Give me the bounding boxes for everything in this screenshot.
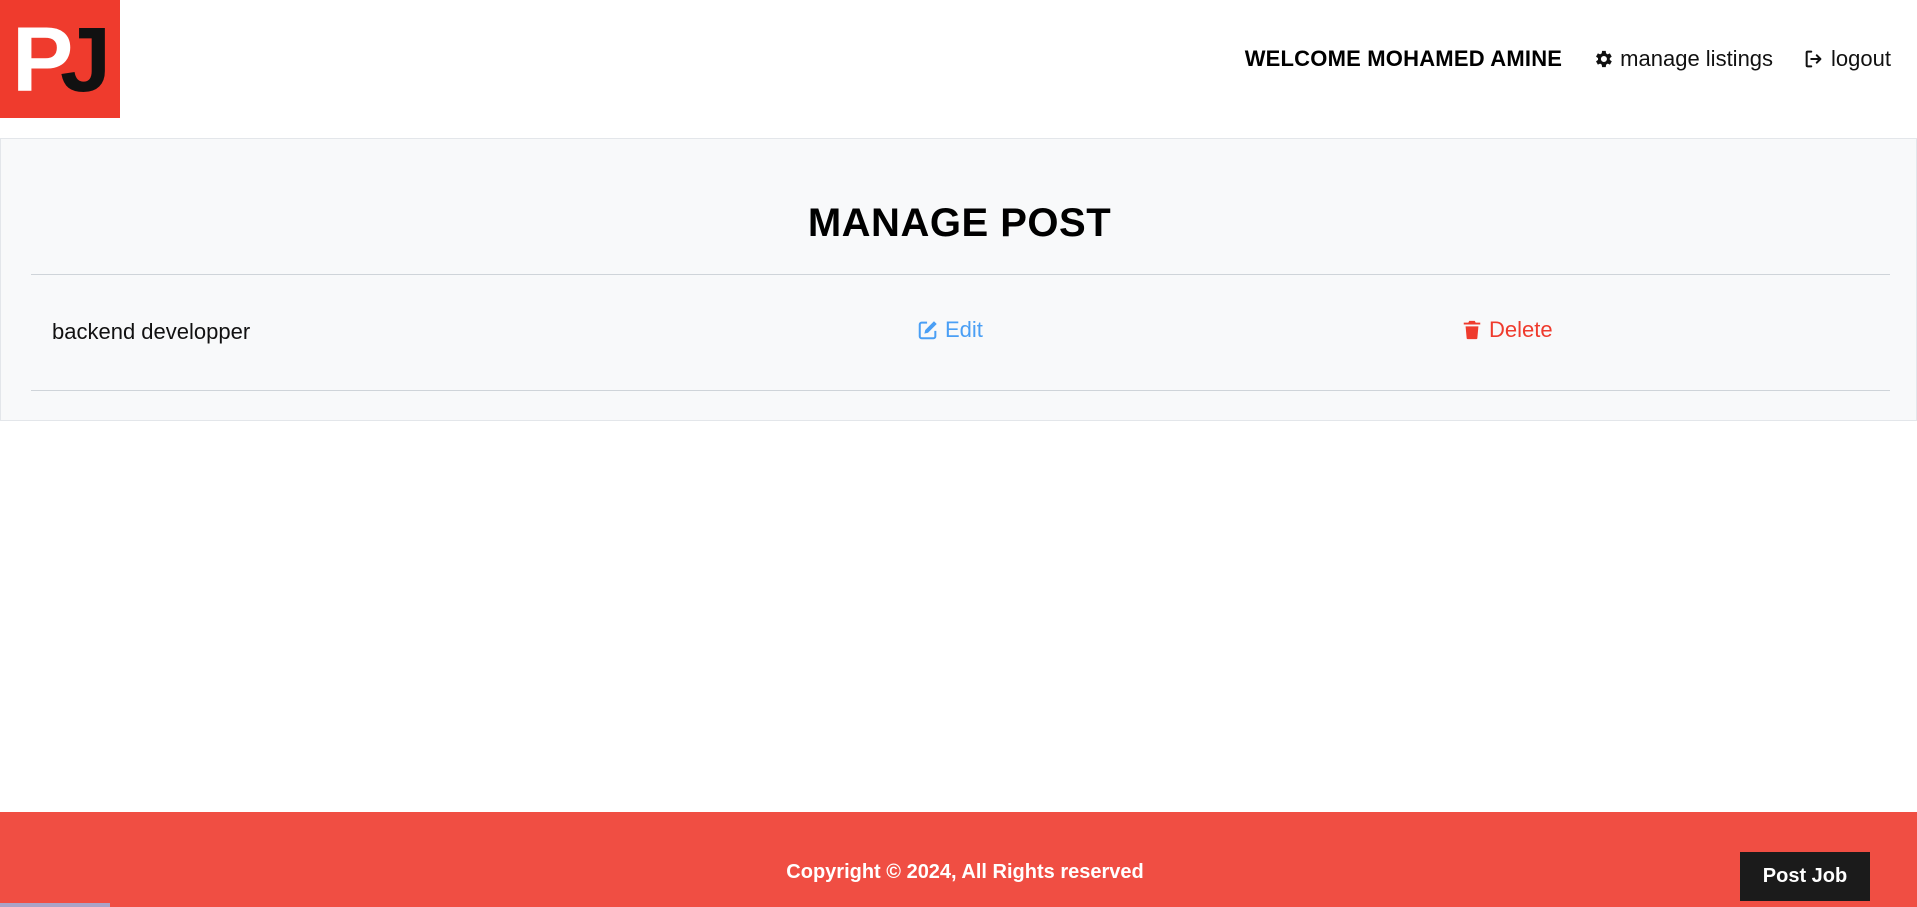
post-job-button[interactable]: Post Job bbox=[1740, 852, 1870, 901]
copyright-text: Copyright © 2024, All Rights reserved bbox=[786, 861, 1144, 883]
delete-label: Delete bbox=[1489, 317, 1553, 342]
logo-letter-j: J bbox=[60, 9, 112, 111]
divider-bottom bbox=[31, 390, 1890, 391]
site-footer: Copyright © 2024, All Rights reserved Po… bbox=[0, 812, 1917, 907]
divider-top bbox=[31, 274, 1890, 275]
site-logo[interactable]: P J bbox=[0, 0, 120, 118]
logout-icon bbox=[1805, 50, 1822, 68]
edit-icon bbox=[918, 321, 937, 340]
top-nav: WELCOME MOHAMED AMINE manage listings lo… bbox=[1245, 44, 1891, 74]
edit-post-button[interactable]: Edit bbox=[917, 317, 983, 343]
site-header: P J WELCOME MOHAMED AMINE manage listing… bbox=[0, 0, 1917, 138]
delete-post-button[interactable]: Delete bbox=[1461, 317, 1553, 343]
post-title: backend developper bbox=[52, 319, 251, 344]
manage-listings-label: manage listings bbox=[1620, 46, 1774, 71]
trash-icon bbox=[1463, 320, 1481, 340]
page-title: MANAGE POST bbox=[807, 201, 1112, 245]
manage-listings-link[interactable]: manage listings bbox=[1592, 46, 1773, 72]
logout-label: logout bbox=[1831, 46, 1891, 71]
gear-icon bbox=[1596, 50, 1612, 68]
welcome-message: WELCOME MOHAMED AMINE bbox=[1244, 46, 1563, 71]
manage-post-panel: MANAGE POST backend developper Edit Dele… bbox=[0, 138, 1917, 421]
edit-label: Edit bbox=[945, 317, 983, 342]
logout-link[interactable]: logout bbox=[1803, 46, 1891, 72]
scrollbar-thumb[interactable] bbox=[0, 903, 110, 907]
